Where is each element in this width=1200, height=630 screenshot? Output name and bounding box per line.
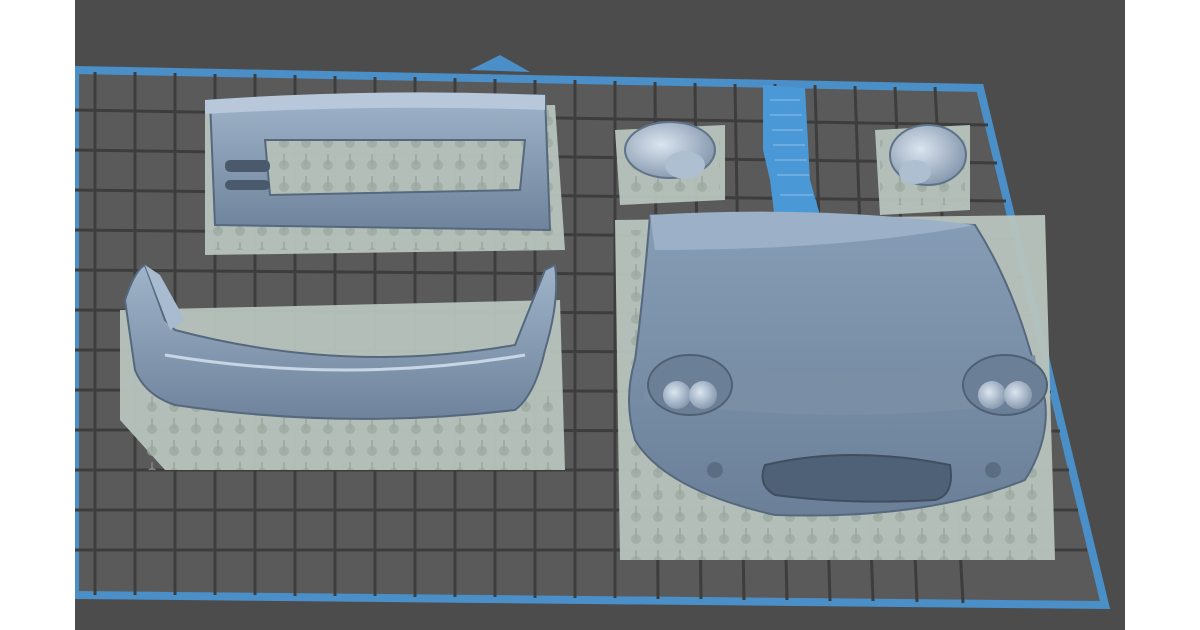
model-headlight-right[interactable] bbox=[889, 124, 967, 186]
build-plate-scene[interactable] bbox=[75, 0, 1125, 630]
model-headlight-left[interactable] bbox=[624, 121, 716, 179]
model-hood-front-clip[interactable] bbox=[628, 211, 1048, 517]
3d-viewport[interactable] bbox=[75, 0, 1125, 630]
